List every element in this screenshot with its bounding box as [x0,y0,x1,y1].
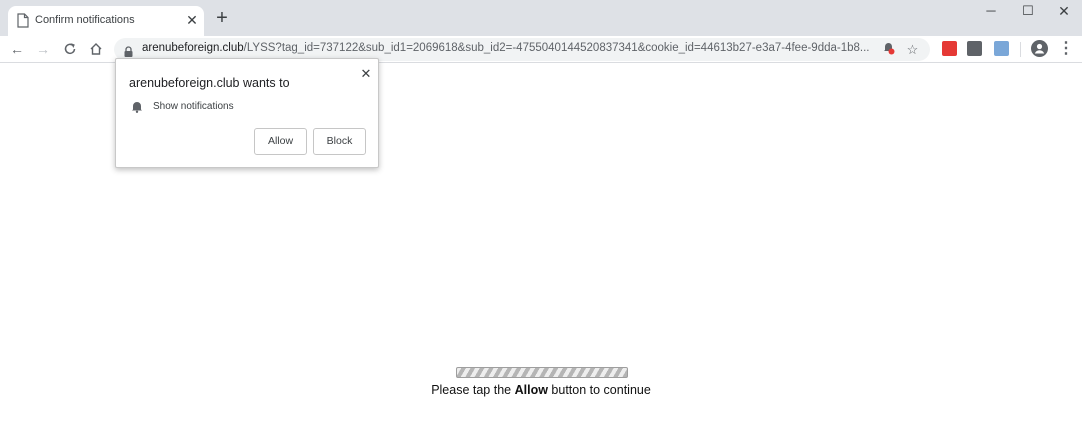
tab-confirm-notifications[interactable]: Confirm notifications ✕ [8,6,204,36]
extension-gray-icon[interactable] [967,41,982,56]
popup-close-icon[interactable]: ✕ [359,67,373,81]
new-tab-plus-icon[interactable]: + [212,8,232,28]
tab-strip: Confirm notifications ✕ + ─ ☐ ✕ [0,0,1082,36]
document-icon [17,13,29,28]
back-arrow-icon[interactable]: ← [7,39,27,59]
reload-icon[interactable] [60,39,80,59]
notification-permission-popup: ✕ arenubeforeign.club wants to Show noti… [115,58,379,168]
bookmark-star-icon[interactable]: ☆ [904,41,921,58]
notifications-blocked-icon[interactable] [880,41,897,58]
message-after: button to continue [547,383,651,397]
allow-button[interactable]: Allow [254,128,307,155]
tab-close-icon[interactable]: ✕ [184,12,200,28]
popup-heading: arenubeforeign.club wants to [129,76,290,90]
home-icon[interactable] [86,39,106,59]
menu-kebab-icon[interactable]: ⋮ [1058,39,1074,59]
extension-red-icon[interactable] [942,41,957,56]
url-path: /LYSS?tag_id=737122&sub_id1=2069618&sub_… [243,42,870,54]
extension-blue-icon[interactable] [994,41,1009,56]
block-button[interactable]: Block [313,128,366,155]
message-before: Please tap the [431,383,515,397]
bell-icon [131,100,143,113]
message-bold-allow: Allow [514,383,548,397]
toolbar-divider [1020,42,1021,57]
url-host: arenubeforeign.club [142,42,244,54]
profile-avatar-icon[interactable] [1031,40,1048,57]
window-close-icon[interactable]: ✕ [1045,0,1082,24]
url-text[interactable]: arenubeforeign.club/LYSS?tag_id=737122&s… [142,42,869,54]
tab-title: Confirm notifications [35,14,135,26]
lock-icon[interactable] [124,44,133,57]
instruction-message: Please tap the Allow button to continue [0,383,1082,397]
forward-arrow-icon[interactable]: → [33,39,53,59]
loading-progress-bar [456,367,628,378]
permission-show-notifications: Show notifications [153,101,234,112]
window-minimize-icon[interactable]: ─ [972,0,1010,24]
window-maximize-icon[interactable]: ☐ [1009,0,1047,24]
